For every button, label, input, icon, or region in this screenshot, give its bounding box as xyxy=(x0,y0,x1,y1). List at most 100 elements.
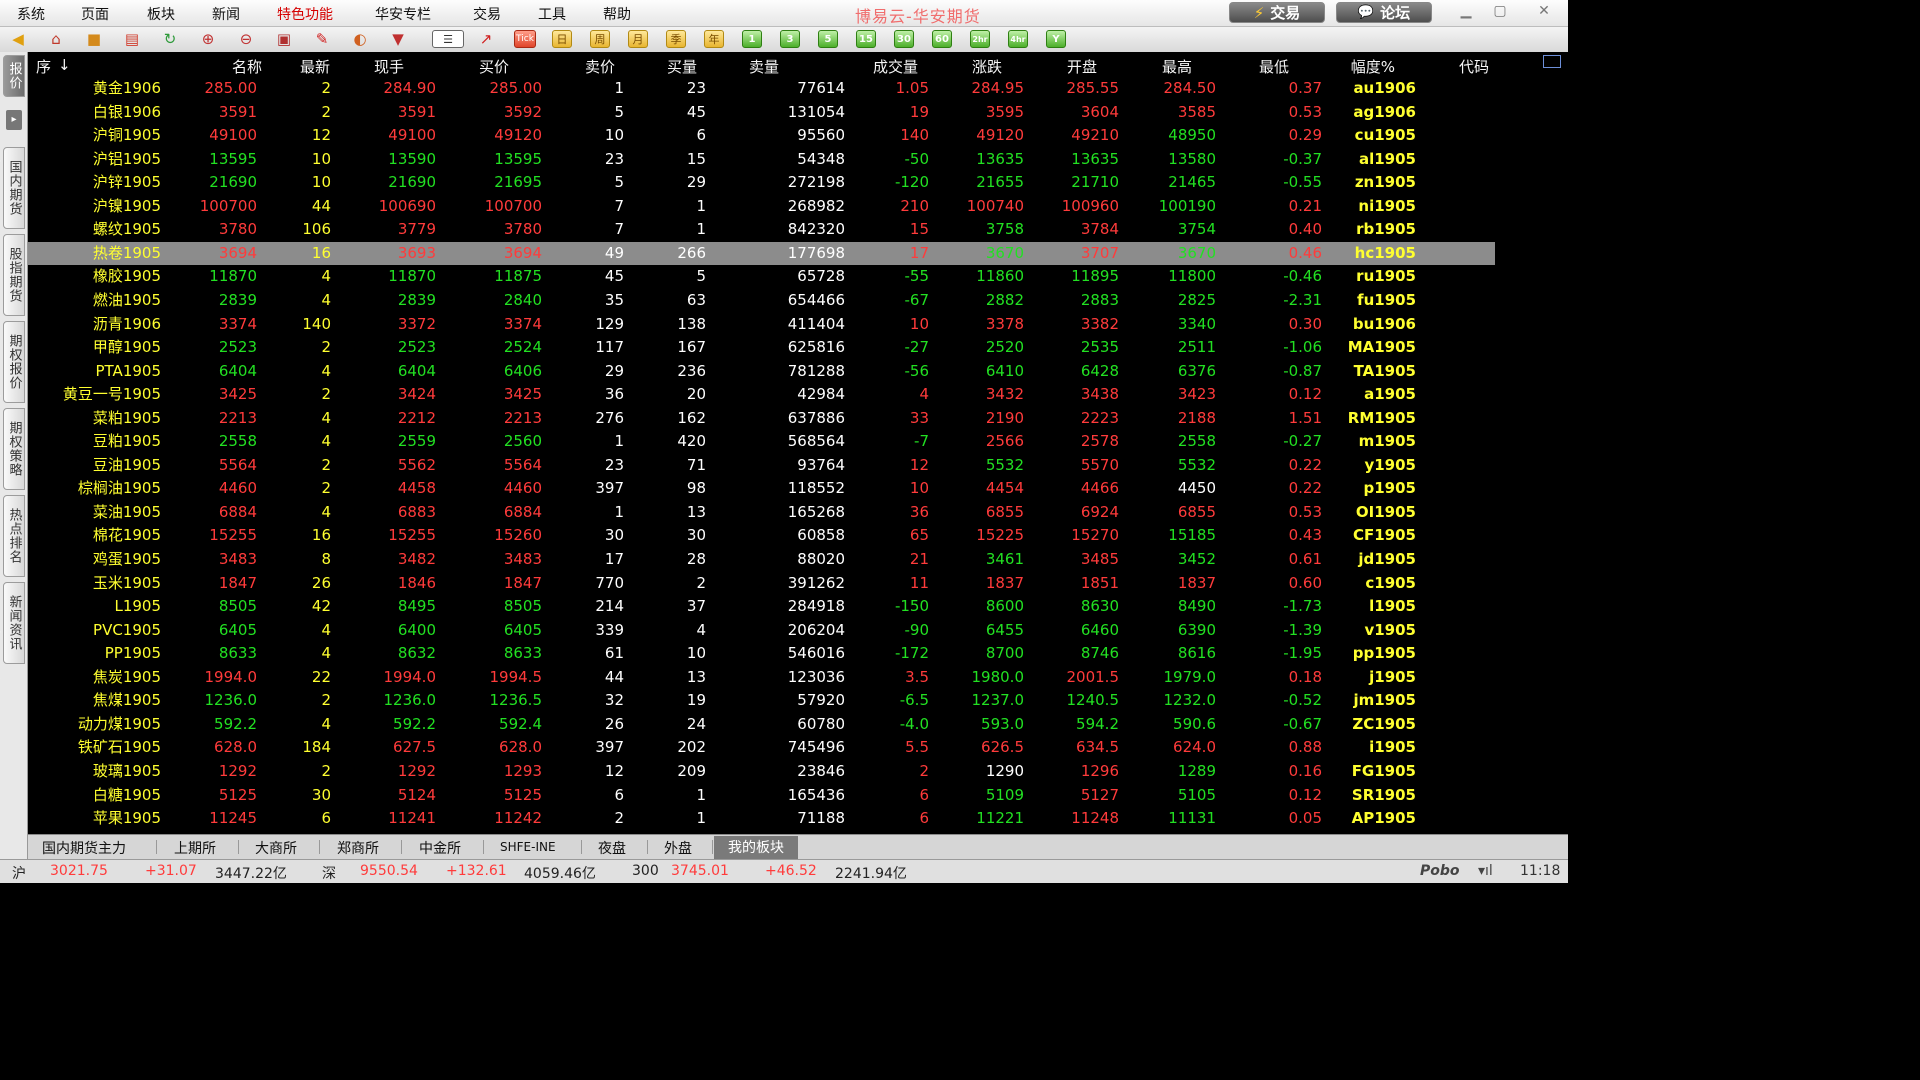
period-3min-button[interactable]: 3 xyxy=(780,30,800,48)
table-row[interactable]: 8 热卷1905 3694 16 3693 3694 49 266 177698 17 3670 37… xyxy=(0,241,1495,265)
year-button[interactable]: 年 xyxy=(704,30,724,48)
eraser-icon[interactable]: ◐ xyxy=(350,30,370,48)
table-row[interactable]: 12 甲醇1905 2523 2 2523 2524 117 167 625816 -27 2520… xyxy=(0,336,1495,359)
tick-button[interactable]: Tick xyxy=(514,30,536,48)
table-row[interactable]: 18 棕榈油1905 4460 2 4458 4460 397 98 118552 10 4454 4… xyxy=(0,477,1495,500)
column-header-seq[interactable]: 序 xyxy=(36,56,51,76)
day-button[interactable]: 日 xyxy=(552,30,572,48)
table-row[interactable]: 9 橡胶1905 11870 4 11870 11875 45 5 65728 -55 11860 1… xyxy=(0,265,1495,288)
column-header-low[interactable]: 最低 xyxy=(1259,56,1289,76)
table-row[interactable]: 25 PP1905 8633 4 8632 8633 61 10 546016 -172 8700 8… xyxy=(0,642,1495,665)
side-tab-news[interactable]: 新闻资讯 xyxy=(3,582,25,664)
period-1min-button[interactable]: 1 xyxy=(742,30,762,48)
filter-icon[interactable]: ▼ xyxy=(388,30,408,48)
line-chart-icon[interactable]: ↗ xyxy=(476,30,496,48)
sort-desc-icon[interactable]: ↓ xyxy=(58,56,71,76)
quarter-button[interactable]: 季 xyxy=(666,30,686,48)
table-row[interactable]: 1 黄金1906 285.00 2 284.90 285.00 1 23 77614 1.05 28… xyxy=(0,77,1495,100)
column-header-volume-now[interactable]: 现手 xyxy=(374,56,404,76)
tab-czce[interactable]: 郑商所 xyxy=(337,838,379,858)
table-row[interactable]: 27 焦煤1905 1236.0 2 1236.0 1236.5 32 19 57920 -6.5… xyxy=(0,689,1495,712)
side-tab-option-strategy[interactable]: 期权策略 xyxy=(3,408,25,490)
table-row[interactable]: 24 PVC1905 6405 4 6400 6405 339 4 206204 -90 6455 6… xyxy=(0,619,1495,642)
menu-help[interactable]: 帮助 xyxy=(603,4,631,24)
table-row[interactable]: 7 螺纹1905 3780 106 3779 3780 7 1 842320 15 3758 3784… xyxy=(0,218,1495,241)
side-tab-quotes[interactable]: 报价 xyxy=(3,55,25,97)
menu-huaan-column[interactable]: 华安专栏 xyxy=(375,4,431,24)
period-15min-button[interactable]: 15 xyxy=(856,30,876,48)
period-60min-button[interactable]: 60 xyxy=(932,30,952,48)
table-row[interactable]: 19 菜油1905 6884 4 6883 6884 1 13 165268 36 6855 6924… xyxy=(0,501,1495,524)
table-row[interactable]: 30 玻璃1905 1292 2 1292 1293 12 209 23846 2 1290 1296… xyxy=(0,760,1495,783)
tab-shfe[interactable]: 上期所 xyxy=(174,838,216,858)
refresh-icon[interactable]: ↻ xyxy=(160,30,180,48)
menu-tools[interactable]: 工具 xyxy=(538,4,566,24)
menu-system[interactable]: 系统 xyxy=(17,4,45,24)
menu-trade[interactable]: 交易 xyxy=(473,4,501,24)
table-row[interactable]: 5 沪锌1905 21690 10 21690 21695 5 29 272198 -120 216… xyxy=(0,171,1495,194)
folder-icon[interactable]: ■ xyxy=(84,30,104,48)
column-header-code[interactable]: 代码 xyxy=(1459,56,1489,76)
table-row[interactable]: 22 玉米1905 1847 26 1846 1847 770 2 391262 11 1837 18… xyxy=(0,572,1495,595)
forum-button[interactable]: 💬 论坛 xyxy=(1336,2,1432,23)
trade-button[interactable]: ⚡ 交易 xyxy=(1229,2,1325,23)
table-row[interactable]: 23 L1905 8505 42 8495 8505 214 37 284918 -150 8600… xyxy=(0,595,1495,618)
column-header-ask[interactable]: 卖价 xyxy=(585,56,615,76)
table-row[interactable]: 2 白银1906 3591 2 3591 3592 5 45 131054 19 3595 3604 3… xyxy=(0,101,1495,124)
column-header-open[interactable]: 开盘 xyxy=(1067,56,1097,76)
tab-cffex[interactable]: 中金所 xyxy=(419,838,461,858)
quote-list-icon[interactable]: ☰ xyxy=(432,30,464,48)
maximize-panel-icon[interactable] xyxy=(1543,55,1561,68)
back-arrow-icon[interactable]: ◀ xyxy=(8,30,28,48)
table-row[interactable]: 14 黄豆一号1905 3425 2 3424 3425 36 20 42984 4 3432 343… xyxy=(0,383,1495,406)
window-icon[interactable]: ▣ xyxy=(274,30,294,48)
column-header-bid-size[interactable]: 买量 xyxy=(667,56,697,76)
column-header-change[interactable]: 涨跌 xyxy=(972,56,1002,76)
period-30min-button[interactable]: 30 xyxy=(894,30,914,48)
menu-sector[interactable]: 板块 xyxy=(147,4,175,24)
table-row[interactable]: 29 铁矿石1905 628.0 184 627.5 628.0 397 202 745496 5… xyxy=(0,736,1495,759)
tab-night-session[interactable]: 夜盘 xyxy=(598,838,626,858)
table-row[interactable]: 15 菜粕1905 2213 4 2212 2213 276 162 637886 33 2190 2… xyxy=(0,407,1495,430)
table-row[interactable]: 3 沪铜1905 49100 12 49100 49120 10 6 95560 140 49120… xyxy=(0,124,1495,147)
table-row[interactable]: 20 棉花1905 15255 16 15255 15260 30 30 60858 65 1522… xyxy=(0,524,1495,547)
tab-dce[interactable]: 大商所 xyxy=(255,838,297,858)
table-row[interactable]: 21 鸡蛋1905 3483 8 3482 3483 17 28 88020 21 3461 3485… xyxy=(0,548,1495,571)
column-header-ask-size[interactable]: 卖量 xyxy=(749,56,779,76)
close-button[interactable]: ✕ xyxy=(1531,2,1557,20)
table-row[interactable]: 11 沥青1906 3374 140 3372 3374 129 138 411404 10 337… xyxy=(0,313,1495,336)
column-header-change-pct[interactable]: 幅度% xyxy=(1351,56,1395,76)
column-header-bid[interactable]: 买价 xyxy=(479,56,509,76)
side-tab-index-futures[interactable]: 股指期货 xyxy=(3,234,25,316)
column-header-last[interactable]: 最新 xyxy=(300,56,330,76)
period-2hr-button[interactable]: 2hr xyxy=(970,30,990,48)
maximize-button[interactable]: ▢ xyxy=(1487,2,1513,20)
table-row[interactable]: 16 豆粕1905 2558 4 2559 2560 1 420 568564 -7 2566 257… xyxy=(0,430,1495,453)
tab-my-sector[interactable]: 我的板块 xyxy=(714,836,798,859)
period-4hr-button[interactable]: 4hr xyxy=(1008,30,1028,48)
period-5min-button[interactable]: 5 xyxy=(818,30,838,48)
period-year-button[interactable]: Y xyxy=(1046,30,1066,48)
table-row[interactable]: 32 苹果1905 11245 6 11241 11242 2 1 71188 6 11221 112… xyxy=(0,807,1495,830)
table-row[interactable]: 17 豆油1905 5564 2 5562 5564 23 71 93764 12 5532 5570… xyxy=(0,454,1495,477)
calendar-icon[interactable]: ▤ xyxy=(122,30,142,48)
home-icon[interactable]: ⌂ xyxy=(46,30,66,48)
zoom-in-icon[interactable]: ⊕ xyxy=(198,30,218,48)
table-row[interactable]: 6 沪镍1905 100700 44 100690 100700 7 1 268982 210 10… xyxy=(0,195,1495,218)
minimize-button[interactable]: ▁ xyxy=(1453,2,1479,20)
column-header-high[interactable]: 最高 xyxy=(1162,56,1192,76)
month-button[interactable]: 月 xyxy=(628,30,648,48)
side-tab-option-quotes[interactable]: 期权报价 xyxy=(3,321,25,403)
tab-foreign[interactable]: 外盘 xyxy=(664,838,692,858)
column-header-name[interactable]: 名称 xyxy=(232,56,262,76)
menu-news[interactable]: 新闻 xyxy=(212,4,240,24)
week-button[interactable]: 周 xyxy=(590,30,610,48)
table-row[interactable]: 31 白糖1905 5125 30 5124 5125 6 1 165436 6 5109 5127 5… xyxy=(0,784,1495,807)
pen-icon[interactable]: ✎ xyxy=(312,30,332,48)
table-row[interactable]: 4 沪铝1905 13595 10 13590 13595 23 15 54348 -50 1363… xyxy=(0,148,1495,171)
side-tab-domestic-futures[interactable]: 国内期货 xyxy=(3,147,25,229)
tab-domestic-main[interactable]: 国内期货主力 xyxy=(42,838,126,858)
menu-features[interactable]: 特色功能 xyxy=(277,4,333,24)
zoom-out-icon[interactable]: ⊖ xyxy=(236,30,256,48)
table-row[interactable]: 10 燃油1905 2839 4 2839 2840 35 63 654466 -67 2882 28… xyxy=(0,289,1495,312)
